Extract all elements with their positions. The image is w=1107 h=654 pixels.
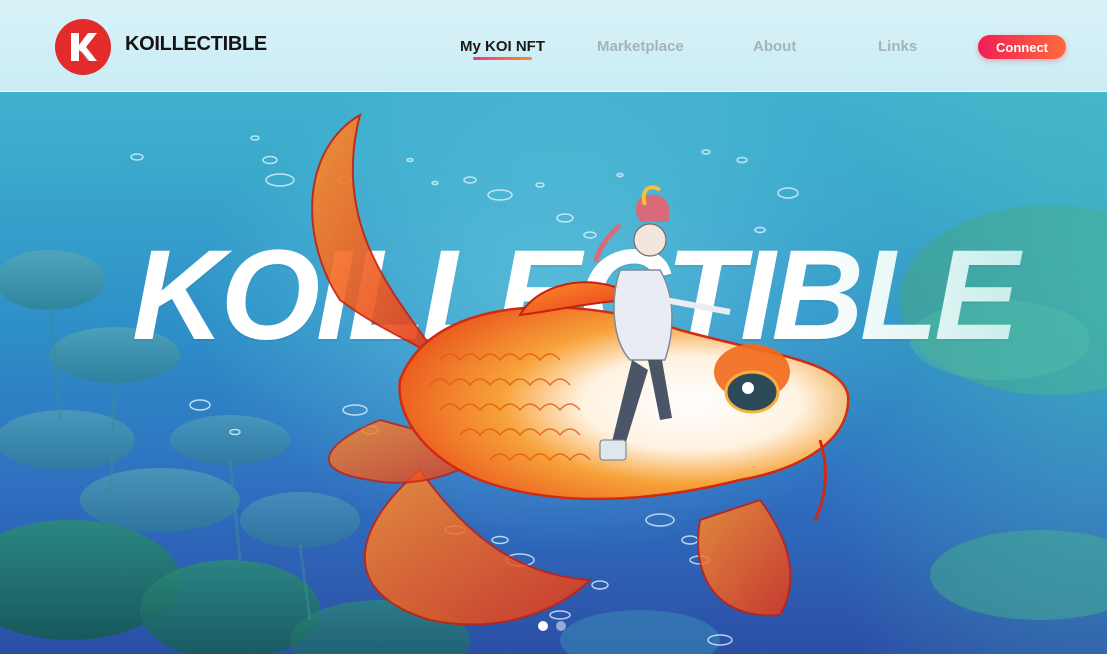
carousel-dot-1[interactable]: [538, 621, 548, 631]
nav-item-my-koi-nft[interactable]: My KOI NFT: [460, 38, 545, 55]
underwater-scenery: [0, 135, 1107, 654]
connect-button[interactable]: Connect: [978, 35, 1066, 59]
site-header: KOILLECTIBLE My KOI NFT Marketplace Abou…: [0, 0, 1107, 92]
koi-rider-illustration: [311, 112, 850, 626]
carousel-dots: [538, 621, 566, 631]
nav-item-marketplace[interactable]: Marketplace: [597, 38, 684, 55]
carousel-dot-2[interactable]: [556, 621, 566, 631]
active-nav-underline: [473, 57, 532, 60]
nav-item-links[interactable]: Links: [878, 38, 917, 55]
hero-banner: KOILLECTIBLE: [0, 0, 1107, 654]
brand-name[interactable]: KOILLECTIBLE: [125, 33, 267, 56]
nav-item-about[interactable]: About: [753, 38, 796, 55]
hero-title: KOILLECTIBLE: [132, 224, 1020, 367]
rider-figure: [593, 185, 731, 461]
koillectible-logo-icon[interactable]: [55, 19, 111, 75]
